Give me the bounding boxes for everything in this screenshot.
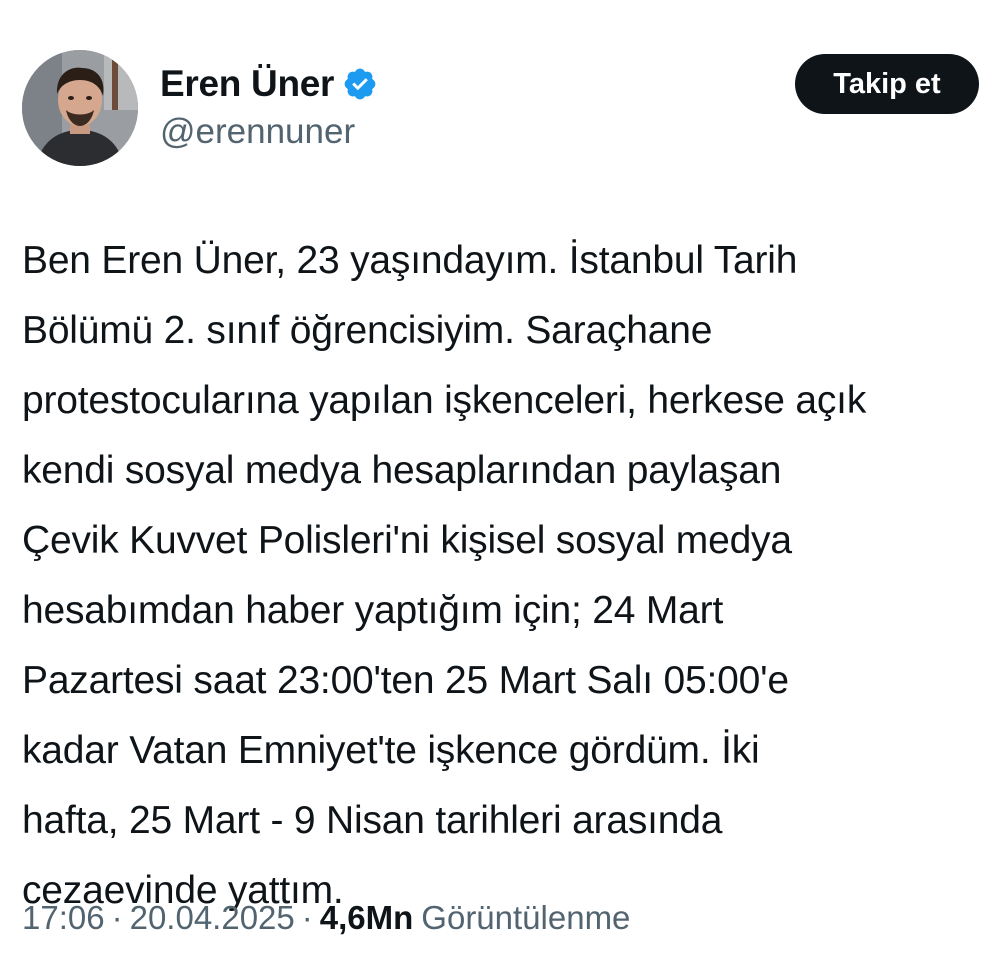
tweet-text-line: hesabımdan haber yaptığım için; 24 Mart — [22, 589, 724, 632]
follow-button[interactable]: Takip et — [795, 54, 979, 114]
tweet-text-line: protestocularına yapılan işkenceleri, he… — [22, 379, 867, 422]
verified-badge-icon[interactable] — [342, 66, 378, 102]
avatar-image — [22, 50, 138, 166]
author-name-row: Eren Üner — [160, 62, 378, 106]
tweet-text-line: kadar Vatan Emniyet'te işkence gördüm. İ… — [22, 729, 760, 772]
tweet-time[interactable]: 17:06 — [22, 899, 105, 937]
tweet-text: Ben Eren Üner, 23 yaşındayım. İstanbul T… — [22, 226, 1000, 926]
avatar[interactable] — [22, 50, 138, 166]
tweet-card: Eren Üner @erennuner Takip et Ben Eren Ü… — [0, 0, 1000, 965]
tweet-date[interactable]: 20.04.2025 — [130, 899, 295, 937]
views-label: Görüntülenme — [421, 899, 631, 936]
tweet-text-line: Çevik Kuvvet Polisleri'ni kişisel sosyal… — [22, 519, 792, 562]
author-display-name[interactable]: Eren Üner — [160, 63, 334, 105]
views-count: 4,6Mn — [319, 899, 414, 936]
tweet-text-line: Pazartesi saat 23:00'ten 25 Mart Salı 05… — [22, 659, 789, 702]
tweet-text-line: hafta, 25 Mart - 9 Nisan tarihleri arası… — [22, 799, 723, 842]
author-handle[interactable]: @erennuner — [160, 112, 355, 152]
tweet-meta: 17:06 · 20.04.2025 · 4,6Mn Görüntülenme — [22, 893, 630, 943]
meta-separator: · — [301, 899, 313, 936]
tweet-text-line: Bölümü 2. sınıf öğrencisiyim. Saraçhane — [22, 309, 713, 352]
tweet-text-line: Ben Eren Üner, 23 yaşındayım. İstanbul T… — [22, 239, 798, 282]
meta-separator: · — [111, 899, 123, 936]
tweet-text-line: kendi sosyal medya hesaplarından paylaşa… — [22, 449, 782, 492]
